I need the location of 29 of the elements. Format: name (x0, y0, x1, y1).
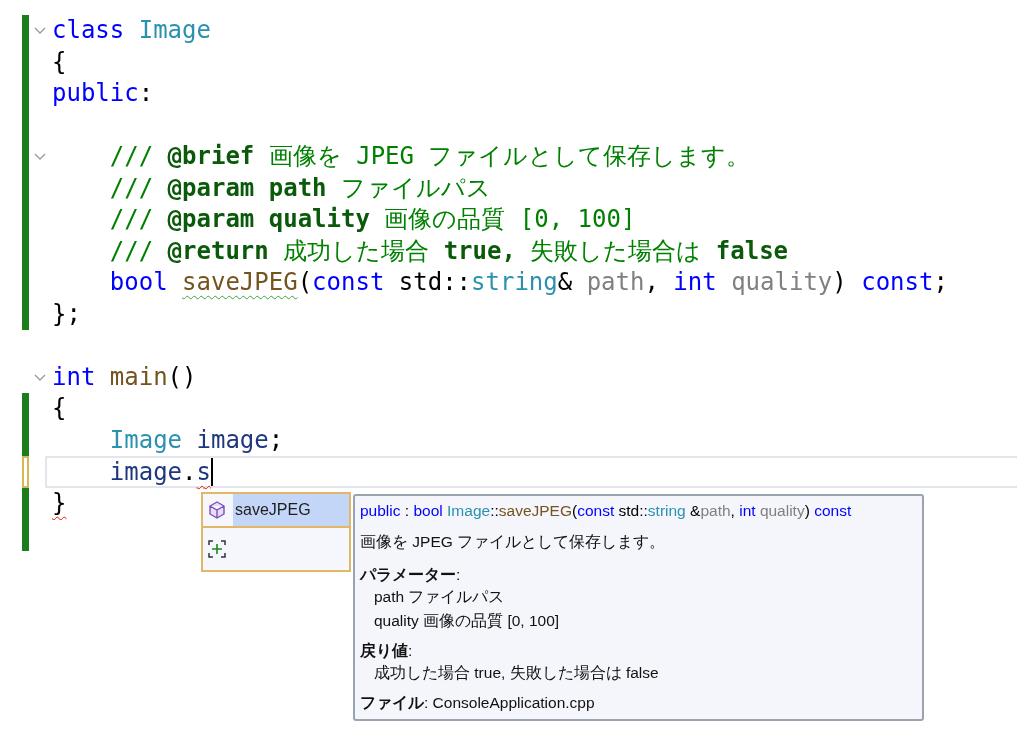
code-line: class Image (52, 15, 211, 46)
code-line: /// @return 成功した場合 true, 失敗した場合は false (108, 235, 789, 267)
code-line: /// @param path ファイルパス (108, 172, 491, 204)
code-line: image.s (108, 458, 213, 487)
completion-item[interactable]: saveJPEG (203, 494, 349, 528)
section-heading: 戻り値: (360, 641, 414, 661)
function-signature: public : bool Image::saveJPEG(const std::string &path, int quality) const (360, 502, 853, 520)
code-line: { (52, 46, 67, 78)
text-caret (210, 458, 213, 486)
code-line: Image image; (108, 424, 284, 456)
expand-plus-icon (207, 539, 227, 559)
section-text: path ファイルパス (373, 587, 506, 607)
code-line: { (52, 393, 67, 424)
cube-icon (207, 500, 227, 520)
code-line: /// @brief 画像を JPEG ファイルとして保存します。 (108, 141, 751, 172)
summary-text: 画像を JPEG ファイルとして保存します。 (360, 532, 667, 552)
code-line: public: (52, 78, 154, 109)
file-info: ファイル: ConsoleApplication.cpp (360, 693, 596, 713)
collapse-icon[interactable] (34, 373, 46, 382)
code-line: } (52, 487, 67, 519)
section-text: quality 画像の品質 [0, 100] (373, 611, 561, 631)
code-line: /// @param quality 画像の品質 [0, 100] (108, 204, 636, 235)
code-line: int main() (52, 361, 197, 393)
section-heading: パラメーター: (360, 565, 462, 585)
section-text: 成功した場合 true, 失敗した場合は false (373, 663, 660, 683)
code-line: bool saveJPEG(const std::string& path, int quality) const; (108, 267, 948, 298)
code-line: }; (52, 298, 81, 330)
collapse-icon[interactable] (34, 27, 46, 35)
collapse-icon[interactable] (34, 153, 46, 161)
